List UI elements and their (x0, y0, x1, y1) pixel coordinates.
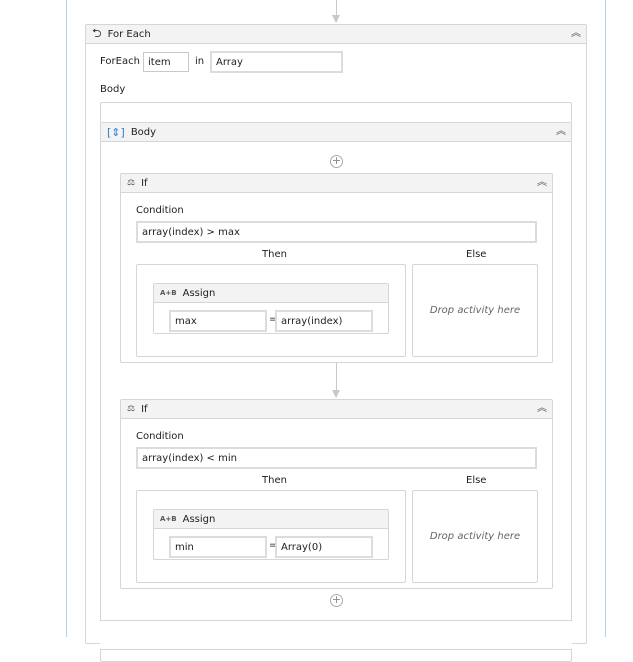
if-header[interactable]: ⚖ If ︽ (121, 400, 552, 419)
if-title: If (141, 177, 148, 189)
condition-label: Condition (136, 205, 184, 216)
assign-title: Assign (182, 287, 216, 299)
sequence-header[interactable]: [⇕] Body ︽ (101, 123, 571, 142)
if-title: If (141, 403, 148, 415)
if-activity[interactable]: ⚖ If ︽ Condition array(index) < min Then… (120, 399, 553, 589)
in-label: in (195, 56, 205, 67)
assign-to-input[interactable]: min (169, 536, 267, 558)
array-input[interactable]: Array (210, 51, 343, 73)
collapse-icon[interactable]: ︽ (556, 125, 566, 139)
drop-activity-hint: Drop activity here (429, 305, 521, 316)
assign-title: Assign (182, 513, 216, 525)
collapse-icon[interactable]: ︽ (537, 402, 547, 416)
canvas-border-right (605, 0, 606, 637)
assign-icon: A+B (160, 515, 177, 523)
foreach-header[interactable]: ⮌ For Each ︽ (86, 25, 586, 44)
else-container[interactable]: Drop activity here (412, 490, 538, 583)
flow-arrow (332, 0, 340, 23)
condition-input[interactable]: array(index) > max (136, 221, 537, 243)
canvas-border-left (66, 0, 67, 637)
assign-icon: A+B (160, 289, 177, 297)
if-header[interactable]: ⚖ If ︽ (121, 174, 552, 193)
assign-header[interactable]: A+B Assign (154, 284, 388, 303)
add-activity-plus-icon[interactable]: + (330, 155, 343, 168)
condition-input[interactable]: array(index) < min (136, 447, 537, 469)
foreach-label: ForEach (100, 56, 140, 67)
sequence-title: Body (130, 126, 157, 138)
then-label: Then (262, 475, 287, 486)
else-label: Else (466, 475, 487, 486)
if-icon: ⚖ (127, 404, 136, 414)
assign-to-input[interactable]: max (169, 310, 267, 332)
add-activity-plus-icon[interactable]: + (330, 594, 343, 607)
drop-activity-hint: Drop activity here (429, 531, 521, 542)
foreach-title: For Each (107, 28, 151, 40)
flow-arrow (332, 363, 340, 398)
condition-label: Condition (136, 431, 184, 442)
then-container: A+B Assign min = Array(0) (136, 490, 406, 583)
if-activity[interactable]: ⚖ If ︽ Condition array(index) > max Then… (120, 173, 553, 363)
assign-activity[interactable]: A+B Assign min = Array(0) (153, 509, 389, 560)
sequence-icon: [⇕] (107, 125, 125, 139)
then-label: Then (262, 249, 287, 260)
foreach-icon: ⮌ (92, 25, 102, 40)
collapse-icon[interactable]: ︽ (537, 176, 547, 190)
body-label: Body (100, 84, 126, 95)
assign-activity[interactable]: A+B Assign max = array(index) (153, 283, 389, 334)
else-label: Else (466, 249, 487, 260)
assign-value-input[interactable]: Array(0) (275, 536, 373, 558)
assign-value-input[interactable]: array(index) (275, 310, 373, 332)
then-container: A+B Assign max = array(index) (136, 264, 406, 357)
item-input[interactable]: item (143, 52, 189, 72)
collapse-icon[interactable]: ︽ (571, 27, 581, 41)
assign-header[interactable]: A+B Assign (154, 510, 388, 529)
else-container[interactable]: Drop activity here (412, 264, 538, 357)
if-icon: ⚖ (127, 178, 136, 188)
sequence-bottom-divider (100, 620, 572, 650)
